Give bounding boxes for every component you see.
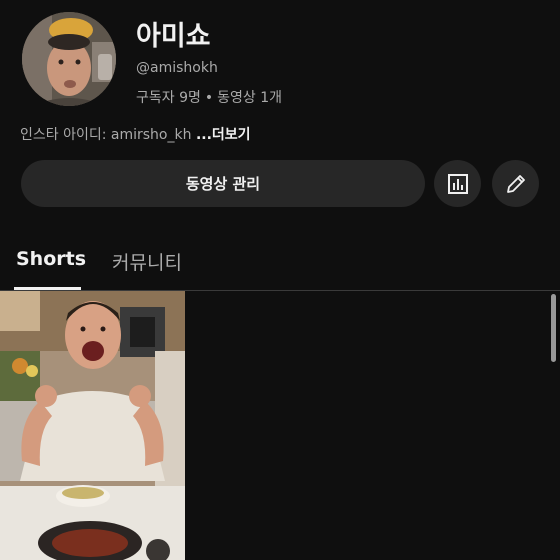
- channel-handle: @amishokh: [136, 60, 218, 76]
- more-link[interactable]: ...더보기: [196, 127, 251, 143]
- short-thumbnail[interactable]: [0, 291, 185, 560]
- subscriber-count: 구독자 9명: [136, 90, 201, 106]
- scrollbar-thumb[interactable]: [551, 294, 556, 362]
- channel-description[interactable]: 인스타 아이디: amirsho_kh ...더보기: [20, 124, 251, 144]
- channel-stats: 구독자 9명 • 동영상 1개: [136, 87, 282, 107]
- stats-separator: •: [204, 90, 214, 106]
- channel-avatar[interactable]: [22, 12, 116, 106]
- tab-community[interactable]: 커뮤니티: [112, 248, 182, 275]
- pencil-icon: [506, 174, 525, 193]
- short-thumbnail-image: [0, 291, 185, 560]
- description-text: 인스타 아이디: amirsho_kh: [20, 127, 192, 143]
- tab-shorts[interactable]: Shorts: [16, 248, 86, 270]
- manage-videos-button[interactable]: 동영상 관리: [21, 160, 425, 207]
- edit-button[interactable]: [492, 160, 539, 207]
- selected-tab-indicator: [14, 287, 81, 290]
- analytics-button[interactable]: [434, 160, 481, 207]
- video-count: 동영상 1개: [217, 90, 283, 106]
- channel-name: 아미쇼: [136, 21, 211, 52]
- avatar-photo: [22, 12, 116, 106]
- channel-tabs: Shorts 커뮤니티: [0, 232, 560, 291]
- analytics-icon: [447, 173, 468, 194]
